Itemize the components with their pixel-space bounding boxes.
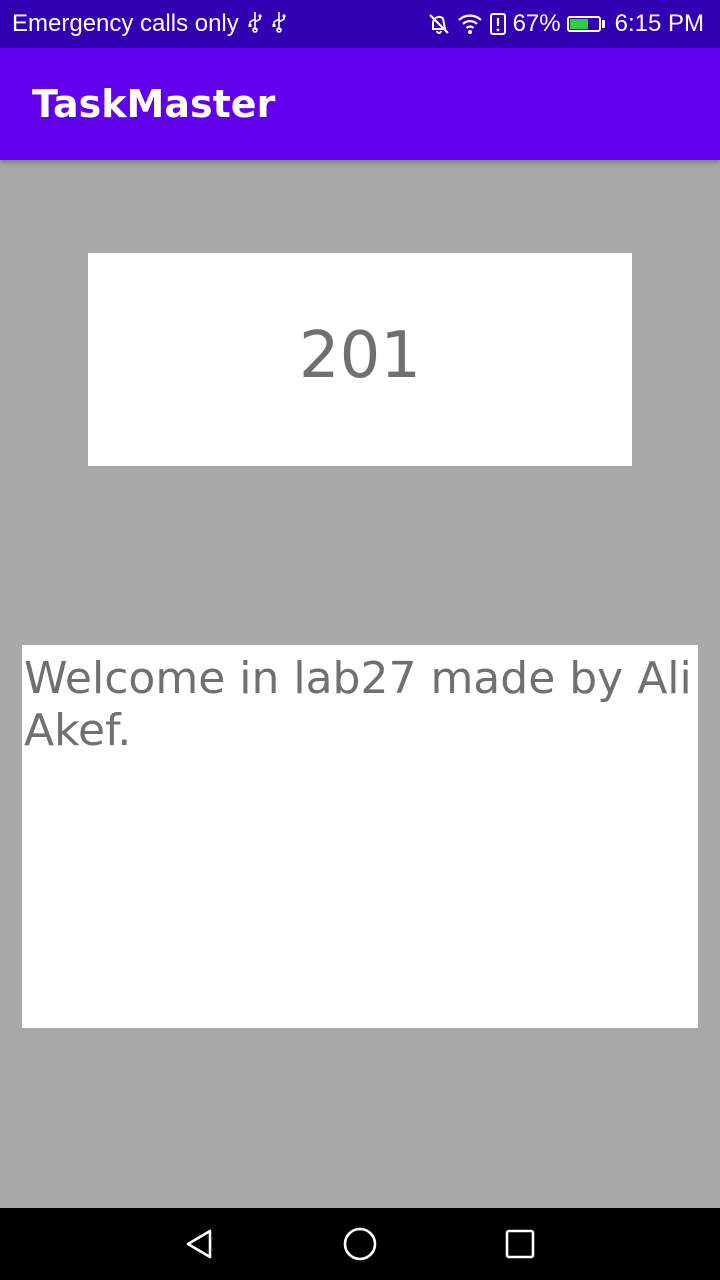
count-card: 201 xyxy=(88,253,632,466)
status-right: 67% 6:15 PM xyxy=(427,10,704,38)
carrier-text: Emergency calls only xyxy=(12,10,239,37)
battery-body xyxy=(566,16,601,32)
back-button[interactable] xyxy=(170,1214,230,1274)
screen: Emergency calls only 67% 6:15 PM TaskMas… xyxy=(0,0,720,1280)
recents-icon xyxy=(505,1229,535,1259)
mute-icon xyxy=(427,12,451,36)
usb-icon xyxy=(247,11,263,37)
app-title: TaskMaster xyxy=(32,82,276,126)
back-icon xyxy=(186,1229,212,1259)
usb-icon xyxy=(271,11,287,37)
battery-icon xyxy=(566,16,605,32)
welcome-card: Welcome in lab27 made by Ali Akef. xyxy=(22,645,698,1028)
navigation-bar xyxy=(0,1208,720,1280)
welcome-text: Welcome in lab27 made by Ali Akef. xyxy=(24,653,692,756)
storage-alert-icon xyxy=(489,12,507,36)
home-button[interactable] xyxy=(330,1214,390,1274)
app-bar: TaskMaster xyxy=(0,48,720,160)
wifi-icon xyxy=(457,12,483,36)
status-bar: Emergency calls only 67% 6:15 PM xyxy=(0,0,720,48)
status-left: Emergency calls only xyxy=(12,10,427,38)
count-value: 201 xyxy=(298,318,422,393)
status-time: 6:15 PM xyxy=(614,10,704,37)
battery-fill xyxy=(569,19,588,29)
battery-percent: 67% xyxy=(512,10,561,37)
home-icon xyxy=(343,1227,377,1261)
recents-button[interactable] xyxy=(490,1214,550,1274)
battery-tip xyxy=(601,20,605,28)
